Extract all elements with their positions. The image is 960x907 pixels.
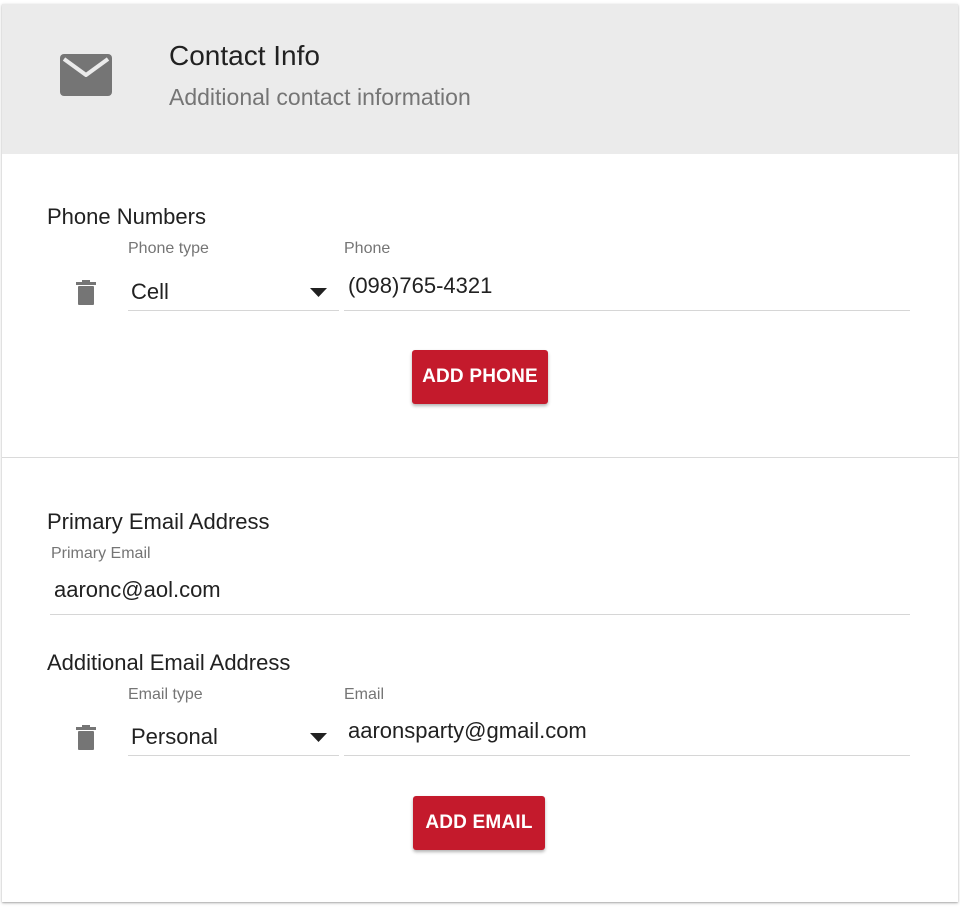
delete-email-trash-icon[interactable] [76, 725, 96, 750]
email-type-value: Personal [131, 724, 218, 749]
chevron-down-icon [310, 288, 327, 297]
add-email-button[interactable]: ADD EMAIL [413, 796, 545, 850]
section-divider [2, 457, 958, 458]
email-type-select[interactable]: Personal [128, 714, 339, 756]
header-subtitle: Additional contact information [169, 84, 471, 110]
primary-email-title: Primary Email Address [47, 509, 270, 534]
delete-phone-trash-icon[interactable] [76, 280, 96, 305]
envelope-icon [60, 54, 112, 96]
phone-input[interactable] [344, 269, 910, 311]
additional-email-title: Additional Email Address [47, 650, 291, 675]
primary-email-input[interactable] [50, 573, 910, 615]
header-title: Contact Info [169, 40, 320, 71]
card-header: Contact Info Additional contact informat… [2, 4, 958, 154]
phone-type-label: Phone type [128, 240, 209, 257]
email-type-label: Email type [128, 686, 203, 703]
primary-email-label: Primary Email [51, 545, 151, 562]
phone-type-select[interactable]: Cell [128, 269, 339, 311]
chevron-down-icon [310, 733, 327, 742]
email-input[interactable] [344, 714, 910, 756]
phone-numbers-title: Phone Numbers [47, 204, 206, 229]
contact-info-card: Contact Info Additional contact informat… [2, 4, 958, 902]
phone-type-value: Cell [131, 279, 169, 304]
phone-label: Phone [344, 240, 391, 257]
add-phone-button[interactable]: ADD PHONE [412, 350, 548, 404]
email-label: Email [344, 686, 385, 703]
